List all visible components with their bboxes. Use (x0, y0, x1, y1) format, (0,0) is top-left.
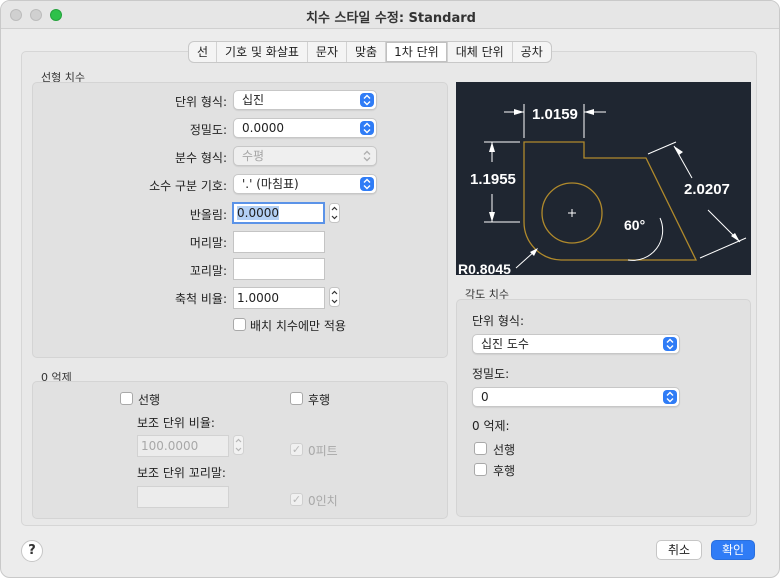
angular-precision-value: 0 (481, 390, 489, 404)
precision-label: 정밀도: (189, 123, 227, 137)
popup-arrows-icon (663, 390, 677, 404)
angular-unit-format-value: 십진 도수 (481, 337, 529, 351)
title-bar: 치수 스타일 수정: Standard (1, 1, 779, 29)
sub-unit-suffix-input[interactable] (137, 486, 229, 508)
prefix-input[interactable] (233, 231, 325, 253)
sub-unit-factor-input[interactable]: 100.0000 (137, 435, 229, 457)
angular-trailing-label: 후행 (493, 464, 516, 478)
decimal-separator-select[interactable]: '.' (마침표) (233, 174, 377, 194)
angular-zero-suppression-label: 0 억제: (472, 419, 510, 433)
sub-unit-factor-stepper[interactable] (233, 435, 244, 455)
tab-tolerances[interactable]: 공차 (513, 42, 551, 62)
trailing-zero-label: 후행 (308, 393, 331, 407)
angular-leading-label: 선행 (493, 443, 516, 457)
leading-zero-label: 선행 (138, 393, 161, 407)
precision-select[interactable]: 0.0000 (233, 118, 377, 138)
popup-arrows-icon (663, 337, 677, 351)
scale-factor-stepper[interactable] (329, 287, 340, 307)
ok-button[interactable]: 확인 (711, 540, 755, 560)
window-title: 치수 스타일 수정: Standard (306, 11, 476, 26)
sub-unit-factor-label: 보조 단위 비율: (137, 416, 215, 430)
round-off-label: 반올림: (189, 208, 227, 222)
zero-feet-label: 0피트 (308, 444, 338, 458)
decimal-separator-value: '.' (마침표) (242, 177, 299, 191)
dim-angle-text: 60° (624, 217, 645, 233)
suffix-input[interactable] (233, 258, 325, 280)
fraction-format-select: 수평 (233, 146, 377, 166)
tab-symbols-arrows[interactable]: 기호 및 화살표 (217, 42, 308, 62)
fraction-format-label: 분수 형식: (174, 151, 227, 165)
tab-alternate-units[interactable]: 대체 단위 (448, 42, 513, 62)
prefix-label: 머리말: (189, 236, 227, 250)
angular-precision-select[interactable]: 0 (472, 387, 680, 407)
dimension-style-dialog: 치수 스타일 수정: Standard 선 기호 및 화살표 문자 맞춤 1차 … (0, 0, 780, 578)
cancel-button[interactable]: 취소 (656, 540, 702, 560)
zero-inches-checkbox[interactable]: ✓ (290, 493, 303, 506)
round-off-stepper[interactable] (329, 203, 340, 223)
zero-inches-label: 0인치 (308, 494, 338, 508)
tab-bar: 선 기호 및 화살표 문자 맞춤 1차 단위 대체 단위 공차 (188, 41, 552, 63)
round-off-value: 0.0000 (237, 206, 279, 220)
dim-radius-text: R0.8045 (458, 261, 511, 275)
suffix-label: 꼬리말: (189, 264, 227, 278)
scale-factor-label: 축척 비율: (174, 292, 227, 306)
sub-unit-suffix-label: 보조 단위 꼬리말: (137, 466, 226, 480)
fraction-format-value: 수평 (242, 149, 265, 163)
tab-lines[interactable]: 선 (189, 42, 218, 62)
angular-unit-format-select[interactable]: 십진 도수 (472, 334, 680, 354)
angular-unit-format-label: 단위 형식: (472, 314, 525, 328)
help-button[interactable]: ? (21, 540, 43, 562)
scale-factor-input[interactable]: 1.0000 (233, 287, 325, 309)
precision-value: 0.0000 (242, 121, 284, 135)
unit-format-label: 단위 형식: (174, 95, 227, 109)
popup-arrows-icon (360, 177, 374, 191)
dim-left-text: 1.1955 (470, 171, 516, 188)
round-off-input[interactable]: 0.0000 (232, 202, 325, 224)
tab-text[interactable]: 문자 (308, 42, 348, 62)
layout-only-checkbox[interactable] (233, 318, 246, 331)
angular-precision-label: 정밀도: (472, 367, 510, 381)
angular-group (456, 299, 751, 517)
decimal-separator-label: 소수 구분 기호: (149, 179, 227, 193)
angular-leading-checkbox[interactable] (474, 442, 487, 455)
tab-fit[interactable]: 맞춤 (347, 42, 387, 62)
dimension-preview: 1.0159 1.1955 2.0207 60° R0.8045 (456, 82, 751, 275)
leading-zero-checkbox[interactable] (120, 392, 133, 405)
layout-only-label: 배치 치수에만 적용 (250, 319, 346, 333)
popup-arrows-icon (360, 149, 374, 163)
dim-top-text: 1.0159 (532, 106, 578, 123)
popup-arrows-icon (360, 93, 374, 107)
unit-format-value: 십진 (242, 93, 265, 107)
dim-right-text: 2.0207 (684, 181, 730, 198)
zero-feet-checkbox[interactable]: ✓ (290, 443, 303, 456)
unit-format-select[interactable]: 십진 (233, 90, 377, 110)
popup-arrows-icon (360, 121, 374, 135)
tab-primary-units[interactable]: 1차 단위 (386, 42, 448, 62)
trailing-zero-checkbox[interactable] (290, 392, 303, 405)
angular-trailing-checkbox[interactable] (474, 463, 487, 476)
